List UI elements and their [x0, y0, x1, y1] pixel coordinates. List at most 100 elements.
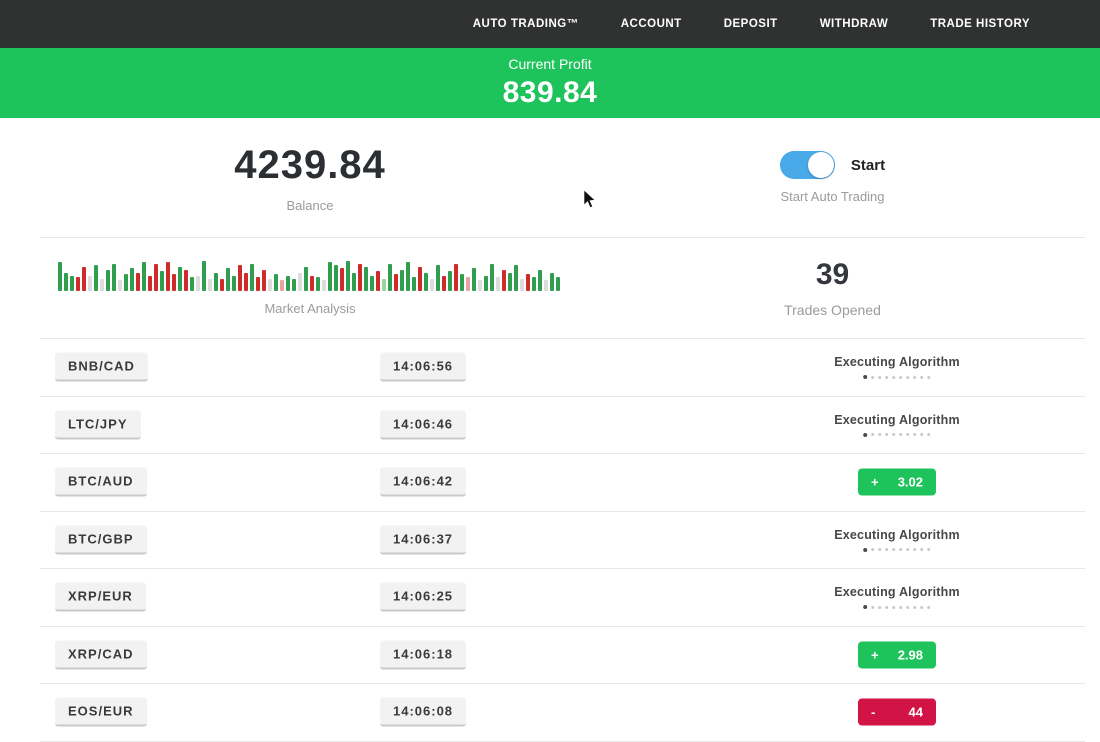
auto-trading-block: Start Start Auto Trading	[580, 118, 1085, 237]
chart-bar	[148, 276, 152, 291]
trade-row: EOS/EUR14:06:08-44	[40, 684, 1085, 742]
nav-item-account[interactable]: ACCOUNT	[621, 18, 682, 30]
market-analysis-block: Market Analysis	[40, 238, 580, 338]
chart-bar	[334, 265, 338, 291]
chart-bar	[436, 265, 440, 291]
chart-bar	[220, 279, 224, 291]
chart-bar	[490, 264, 494, 291]
loader-dot	[892, 606, 895, 609]
balance-label: Balance	[287, 198, 334, 213]
chart-bar	[544, 280, 548, 291]
time-badge: 14:06:46	[380, 410, 466, 439]
chart-bar	[412, 277, 416, 291]
executing-label: Executing Algorithm	[834, 585, 960, 599]
chart-bar	[448, 271, 452, 291]
loader-dot	[920, 376, 923, 379]
chart-bar	[538, 270, 542, 291]
loader-dot	[927, 548, 930, 551]
loader-dot	[913, 606, 916, 609]
chart-bar	[196, 276, 200, 291]
loader-dot	[927, 376, 930, 379]
chart-bar	[496, 277, 500, 291]
time-badge: 14:06:42	[380, 468, 466, 497]
loader-dot	[906, 548, 909, 551]
nav-item-withdraw[interactable]: WITHDRAW	[820, 18, 889, 30]
nav-item-auto-trading[interactable]: AUTO TRADING™	[473, 18, 579, 30]
loader-dots-icon	[834, 605, 960, 609]
start-auto-trading-toggle[interactable]	[780, 151, 835, 179]
pair-badge: LTC/JPY	[55, 410, 141, 439]
balance-section: 4239.84 Balance Start Start Auto Trading	[40, 118, 1085, 238]
market-section: Market Analysis 39 Trades Opened	[40, 238, 1085, 339]
chart-bar	[454, 264, 458, 291]
chart-bar	[442, 276, 446, 291]
chart-bar	[250, 264, 254, 291]
trade-row: BNB/CAD14:06:56Executing Algorithm	[40, 339, 1085, 397]
chart-bar	[322, 280, 326, 291]
result-sign: +	[871, 475, 879, 490]
chart-bar	[520, 279, 524, 291]
result-badge: +2.98	[858, 641, 936, 668]
chart-bar	[142, 262, 146, 291]
chart-bar	[310, 276, 314, 291]
result-amount: 2.98	[898, 647, 923, 662]
loader-dot	[863, 375, 867, 379]
loader-dot	[899, 376, 902, 379]
top-nav-bar: AUTO TRADING™ ACCOUNT DEPOSIT WITHDRAW TRADE…	[0, 0, 1100, 48]
time-badge: 14:06:37	[380, 525, 466, 554]
trade-status: Executing Algorithm	[834, 585, 960, 609]
chart-bar	[106, 270, 110, 291]
auto-trading-label: Start Auto Trading	[780, 189, 884, 204]
current-profit-label: Current Profit	[0, 56, 1100, 72]
loader-dot	[863, 605, 867, 609]
chart-bar	[376, 271, 380, 291]
time-badge: 14:06:25	[380, 583, 466, 612]
loader-dot	[885, 606, 888, 609]
nav-item-deposit[interactable]: DEPOSIT	[724, 18, 778, 30]
chart-bar	[346, 261, 350, 291]
loader-dot	[878, 606, 881, 609]
chart-bar	[262, 270, 266, 291]
chart-bar	[76, 277, 80, 291]
trade-row: BTC/GBP14:06:37Executing Algorithm	[40, 512, 1085, 570]
pair-badge: BNB/CAD	[55, 353, 148, 382]
nav-item-trade-history[interactable]: TRADE HISTORY	[930, 18, 1030, 30]
trade-status: Executing Algorithm	[834, 528, 960, 552]
chart-bar	[298, 273, 302, 291]
trades-opened-label: Trades Opened	[784, 302, 881, 318]
chart-bar	[268, 279, 272, 291]
chart-bar	[472, 268, 476, 291]
chart-bar	[316, 277, 320, 291]
result-badge: -44	[858, 699, 936, 726]
pair-badge: XRP/EUR	[55, 583, 146, 612]
market-analysis-label: Market Analysis	[264, 301, 355, 316]
loader-dot	[899, 433, 902, 436]
chart-bar	[184, 270, 188, 291]
chart-bar	[238, 265, 242, 291]
trades-opened-block: 39 Trades Opened	[580, 238, 1085, 338]
chart-bar	[304, 267, 308, 291]
executing-label: Executing Algorithm	[834, 355, 960, 369]
chart-bar	[100, 279, 104, 291]
chart-bar	[502, 270, 506, 291]
chart-bar	[166, 262, 170, 291]
loader-dot	[863, 548, 867, 552]
chart-bar	[274, 274, 278, 291]
chart-bar	[172, 274, 176, 291]
chart-bar	[400, 270, 404, 291]
loader-dots-icon	[834, 433, 960, 437]
result-amount: 44	[909, 705, 923, 720]
chart-bar	[160, 271, 164, 291]
chart-bar	[370, 276, 374, 291]
toggle-label: Start	[851, 157, 885, 174]
loader-dot	[913, 548, 916, 551]
result-sign: +	[871, 647, 879, 662]
loader-dot	[920, 548, 923, 551]
balance-value: 4239.84	[234, 143, 386, 188]
mouse-cursor-icon	[583, 190, 597, 210]
chart-bar	[430, 279, 434, 291]
chart-bar	[478, 280, 482, 291]
chart-bar	[382, 279, 386, 291]
chart-bar	[118, 280, 122, 291]
pair-badge: BTC/AUD	[55, 468, 147, 497]
